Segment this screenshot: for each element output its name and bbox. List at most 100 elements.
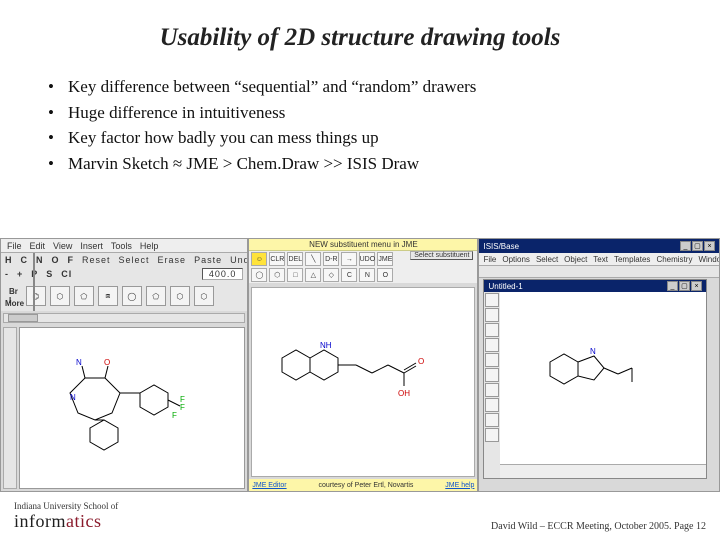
menu-item: File	[483, 255, 496, 264]
svg-text:OH: OH	[398, 389, 410, 398]
more-label: More	[5, 299, 24, 308]
atom-n: N	[359, 268, 375, 282]
horizontal-scrollbar	[3, 313, 245, 323]
tool-icon	[485, 413, 499, 427]
bullet-item: Marvin Sketch ≈ JME > Chem.Draw >> ISIS …	[54, 151, 684, 177]
tool-icon	[485, 323, 499, 337]
isisbase-screenshot: ISIS/Base _ ▢ × File Options Select Obje…	[478, 238, 720, 492]
minimize-icon: _	[667, 281, 678, 291]
udo-button: UDO	[359, 252, 375, 266]
element-o: O	[52, 255, 60, 265]
doc-statusbar	[500, 464, 706, 478]
informatics-logo: informatics	[14, 511, 118, 532]
isis-draw-screenshot: File Edit View Insert Tools Help H C N O…	[0, 238, 248, 492]
affiliation-text: Indiana University School of	[14, 501, 118, 511]
bullet-item: Key factor how badly you can mess things…	[54, 125, 684, 151]
charge-plus: +	[17, 269, 23, 279]
menu-item: File	[7, 241, 22, 251]
del-button: DEL	[287, 252, 303, 266]
ring-icon: ◯	[122, 286, 142, 306]
svg-text:N: N	[590, 347, 596, 356]
select-substituent-button: Select substituent	[410, 251, 473, 260]
maximize-icon: ▢	[692, 241, 703, 251]
molecule-drawing: O N F F F N	[50, 358, 190, 478]
bullet-item: Key difference between “sequential” and …	[54, 74, 684, 100]
ring-icon: △	[305, 268, 321, 282]
naphthalene-icon: ⧈	[98, 286, 118, 306]
element-h: H	[5, 255, 13, 265]
menu-item: Chemistry	[656, 255, 692, 264]
slide-title: Usability of 2D structure drawing tools	[36, 24, 684, 52]
tool-icon	[485, 428, 499, 442]
menu-item: Options	[502, 255, 530, 264]
toolbar-strip	[479, 266, 719, 278]
jme-toolbar-2: ◯ ⬡ □ △ ◇ C N O	[249, 267, 477, 283]
jme-canvas: NH OH O	[251, 287, 475, 477]
tool-icon	[485, 293, 499, 307]
smiley-icon: ☺	[251, 252, 267, 266]
charge-minus: -	[5, 269, 9, 279]
menu-item: Tools	[111, 241, 132, 251]
bullet-list: Key difference between “sequential” and …	[36, 74, 684, 176]
clr-button: CLR	[269, 252, 285, 266]
doc-title: Untitled-1	[488, 282, 522, 291]
ring-icon: ⬡	[170, 286, 190, 306]
tool-icon	[485, 353, 499, 367]
minimize-icon: _	[680, 241, 691, 251]
menu-item: Text	[593, 255, 608, 264]
element-row: H C N O F Reset Select Erase Paste Undo …	[1, 253, 247, 267]
screenshot-row: File Edit View Insert Tools Help H C N O…	[0, 238, 720, 492]
app-titlebar: ISIS/Base _ ▢ ×	[479, 239, 719, 253]
tool-select: Select	[119, 255, 150, 265]
ring-icon: ◇	[323, 268, 339, 282]
svg-text:NH: NH	[320, 341, 332, 350]
left-toolbar	[3, 327, 17, 489]
tool-undo: Undo	[230, 255, 248, 265]
atom-o: O	[377, 268, 393, 282]
menu-item: Select	[536, 255, 558, 264]
dr-button: D-R	[323, 252, 339, 266]
ring-template-row: BrI ⌬ ⬡ ⬠ ⧈ ◯ ⬠ ⬡ ⬡	[1, 281, 247, 311]
jme-header: NEW substituent menu in JME Select subst…	[249, 239, 477, 251]
divider	[33, 253, 35, 311]
zoom-field: 400.0	[202, 268, 244, 280]
ring-icon: ◯	[251, 268, 267, 282]
jme-footer: JME Editor courtesy of Peter Ertl, Novar…	[249, 479, 477, 491]
cyclohexane-icon: ⬡	[50, 286, 70, 306]
ring-icon: ⬠	[146, 286, 166, 306]
affiliation-block: Indiana University School of informatics	[14, 501, 118, 532]
tool-paste: Paste	[194, 255, 222, 265]
element-row: - + P S Cl 400.0	[1, 267, 247, 281]
window-controls: _ ▢ ×	[680, 241, 715, 251]
molecule-drawing: N	[540, 342, 660, 422]
jme-editor-link: JME Editor	[252, 482, 286, 489]
benzene-icon: ⌬	[26, 286, 46, 306]
isis-canvas: O N F F F N	[19, 327, 245, 489]
svg-text:F: F	[180, 403, 185, 412]
close-icon: ×	[704, 241, 715, 251]
tool-icon	[485, 383, 499, 397]
svg-text:O: O	[104, 358, 110, 367]
tool-erase: Erase	[158, 255, 187, 265]
tool-reset: Reset	[82, 255, 111, 265]
svg-text:F: F	[172, 411, 177, 420]
jme-help-link: JME help	[445, 482, 474, 489]
footer-right: David Wild – ECCR Meeting, October 2005.…	[491, 521, 706, 532]
isisbase-left-toolbar	[484, 292, 500, 478]
cyclopentane-icon: ⬠	[74, 286, 94, 306]
menu-item: View	[53, 241, 72, 251]
close-icon: ×	[691, 281, 702, 291]
menu-item: Templates	[614, 255, 650, 264]
tool-icon	[485, 398, 499, 412]
atom-c: C	[341, 268, 357, 282]
isisbase-canvas: N	[500, 292, 706, 464]
ring-icon: ⬡	[269, 268, 285, 282]
slide-footer: Indiana University School of informatics…	[0, 494, 720, 540]
jme-button: JME	[377, 252, 393, 266]
menu-item: Edit	[30, 241, 46, 251]
svg-text:N: N	[70, 393, 76, 402]
tool-icon	[485, 368, 499, 382]
element-c: C	[21, 255, 29, 265]
doc-titlebar: Untitled-1 _▢×	[484, 280, 706, 292]
element-n: N	[36, 255, 44, 265]
